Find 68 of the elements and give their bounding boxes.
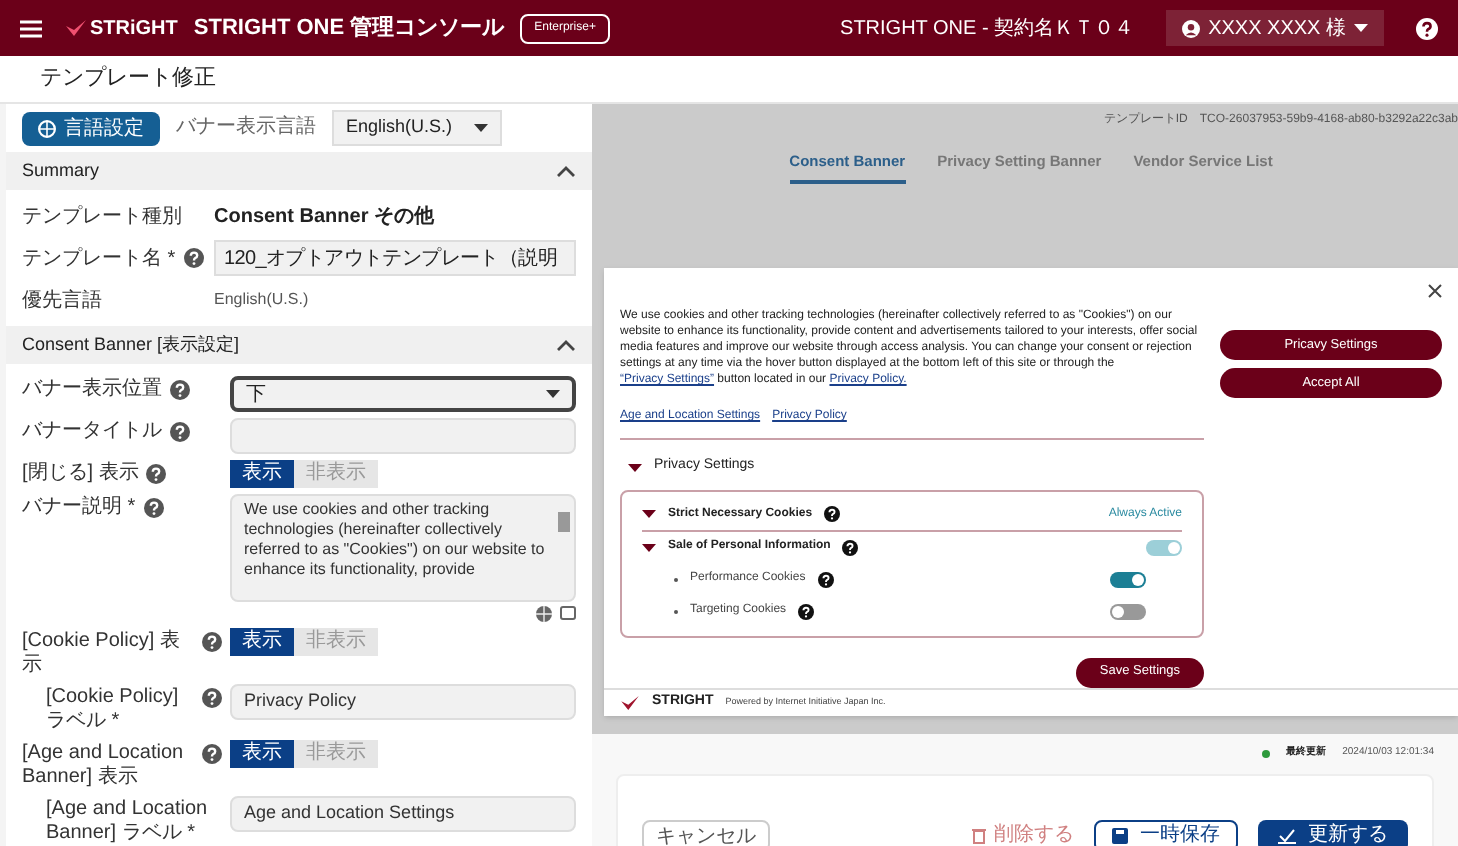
language-label: バナー表示言語 [176,115,316,141]
caret-icon [546,390,560,398]
field-label: [閉じる] 表示 [22,462,139,486]
select-field[interactable]: 下 [230,376,576,412]
field-label: バナータイトル [22,420,162,444]
caret-icon [642,543,656,552]
help-icon[interactable] [202,688,222,708]
user-icon [1182,19,1201,37]
help-icon[interactable] [170,422,190,442]
close-icon[interactable] [1428,284,1442,299]
chevron-icon[interactable] [556,165,576,177]
field-label: バナー表示位置 [22,378,162,402]
contract-name: STRIGHT ONE - 契約名ＫＴ０４ [840,15,1135,43]
help-icon[interactable] [170,380,190,400]
field-label: [Cookie Policy] 表示 [22,630,182,678]
field-label: バナー説明 * [22,496,136,520]
input-field[interactable]: Age and Location Settings [230,796,576,832]
help-icon[interactable] [202,744,222,764]
toggle-switch[interactable] [1110,571,1146,588]
heart-check-icon [620,696,640,710]
field-label: [Age and Location Banner] 表示 [22,742,186,790]
page-title: テンプレート修正 [40,63,216,95]
caret-icon [642,510,656,519]
input-field[interactable] [230,418,576,454]
caret-icon [1354,24,1368,32]
checkmark-icon [1278,827,1296,843]
help-icon[interactable] [842,539,859,556]
segment-option[interactable]: 表示 [230,460,294,488]
globe-icon [38,119,56,137]
section-header[interactable]: Summary [6,152,592,190]
help-icon[interactable] [146,464,167,484]
temporary-save-button[interactable]: 一時保存 [1094,819,1238,846]
trash-icon [972,827,986,843]
help-icon[interactable] [798,603,815,620]
help-icon[interactable] [824,506,841,523]
field-label: [Cookie Policy] ラベル * [46,686,181,734]
language-select[interactable]: English(U.S.) [332,110,502,146]
toggle-switch[interactable] [1146,539,1182,556]
section-header[interactable]: Consent Banner [表示設定] [6,326,592,364]
app-title: STRIGHT ONE 管理コンソール [193,13,505,44]
segment-option[interactable]: 表示 [230,740,294,768]
description-textarea[interactable]: We use cookies and other tracking technologies (hereinafter collectively referred to as "Cookies") on our website to enhance its functionality, provide [230,494,576,602]
brand-logo: STRiGHT [90,15,178,43]
field-label: [Age and Location Banner] ラベル * [46,798,210,846]
chevron-icon[interactable] [556,339,576,351]
comment-icon[interactable] [560,606,576,622]
menu-icon[interactable] [20,19,42,37]
input-field[interactable]: 120_オプトアウトテンプレート（説明 [214,240,576,276]
toggle-switch[interactable] [1110,603,1146,620]
input-field[interactable]: Privacy Policy [230,684,576,720]
help-icon[interactable] [817,571,834,588]
field-label: テンプレート名 * [22,245,176,273]
help-icon[interactable] [143,498,164,518]
field-value: English(U.S.) [214,288,309,312]
help-icon[interactable] [1416,17,1438,39]
segment-option[interactable]: 表示 [230,628,294,656]
help-icon[interactable] [183,248,204,268]
user-menu[interactable]: XXXX XXXX 様 [1166,10,1384,46]
heart-check-icon [66,20,86,36]
help-icon[interactable] [202,632,222,652]
field-value: Consent Banner その他 [214,203,435,231]
update-button[interactable]: 更新する [1258,819,1408,846]
cancel-button[interactable]: キャンセル [642,819,770,846]
language-settings-button[interactable]: 言語設定 [22,111,160,145]
field-label: テンプレート種別 [22,203,182,231]
field-label: 優先言語 [22,287,102,315]
caret-icon [474,124,488,132]
globe-icon[interactable] [536,606,552,622]
